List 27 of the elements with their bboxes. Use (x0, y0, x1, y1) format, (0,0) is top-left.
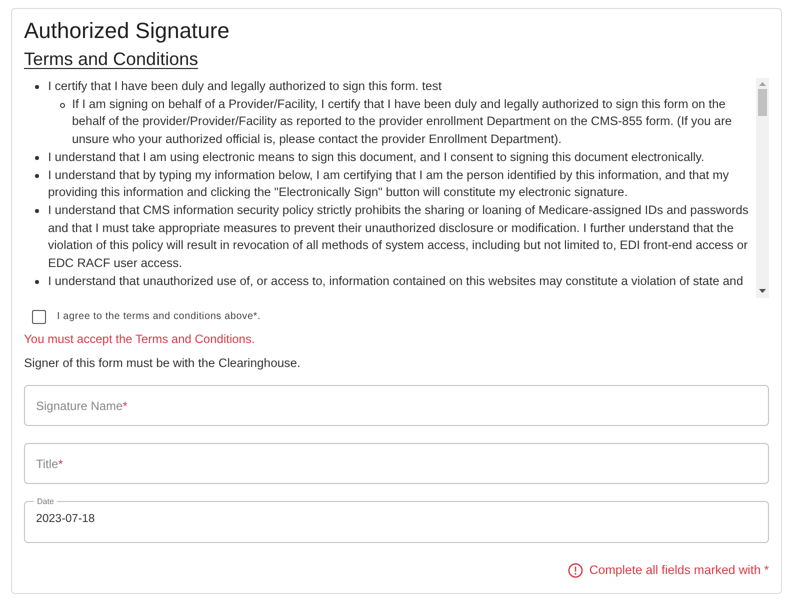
bullet-icon (35, 208, 39, 213)
terms-text: I understand that I am using electronic means to sign this document, and I consent to signing this document electronically. (48, 148, 706, 166)
agree-label: I agree to the terms and conditions above*. (57, 310, 261, 324)
terms-text: I certify that I have been duly and legally authorized to sign this form. test (48, 78, 443, 95)
date-field[interactable]: Date 2023-07-18 (24, 497, 769, 543)
input-field[interactable]: Title* (24, 443, 769, 484)
error-message: You must accept the Terms and Conditions. (24, 331, 255, 347)
required-fields-message: Complete all fields marked with * (589, 562, 769, 579)
error-icon (568, 562, 584, 578)
agree-checkbox[interactable] (32, 310, 46, 324)
bullet-icon (35, 174, 39, 178)
scrollbar[interactable] (756, 78, 769, 298)
circle-bullet-icon (60, 102, 65, 108)
bullet-icon (35, 156, 39, 160)
input-field[interactable]: Signature Name* (24, 385, 769, 426)
bullet-icon (35, 85, 39, 89)
terms-text: I understand that unauthorized use of, or access to, information contained on this websites may constitute a violation of state and (48, 272, 744, 290)
scrollbar-thumb[interactable] (758, 89, 767, 116)
terms-text: I understand that CMS information security policy strictly prohibits the sharing or loaning of Medicare-assigned IDs and passwords and that I must take appropriate measures to prevent their unauthorized disclosure or modification. I further understand that the violation of this policy will result in revocation of all methods of system access, including but not limited to, EDI front-end access or EDC RACF user access. (48, 202, 750, 272)
section-heading: Terms and Conditions (24, 48, 198, 70)
terms-text: I understand that by typing my information below, I am certifying that I am the person identified by this information, and that my providing this information and clicking the "Electronically Sign" button will constitute my electronic signature. (48, 166, 730, 202)
bullet-icon (35, 280, 39, 284)
page-title: Authorized Signature (24, 18, 230, 44)
signer-note: Signer of this form must be with the Clearinghouse. (24, 355, 300, 371)
scroll-up-icon[interactable] (759, 82, 766, 86)
scroll-down-icon[interactable] (759, 289, 766, 293)
terms-text: If I am signing on behalf of a Provider/Facility, I certify that I have been duly and legally authorized to sign this form on the behalf of the provider/Provider/Facility as reported to the provider enrollment Department on the CMS-855 form. (If you are unsure who your authorized official is, please contact the provider Enrollment Department). (72, 96, 733, 148)
